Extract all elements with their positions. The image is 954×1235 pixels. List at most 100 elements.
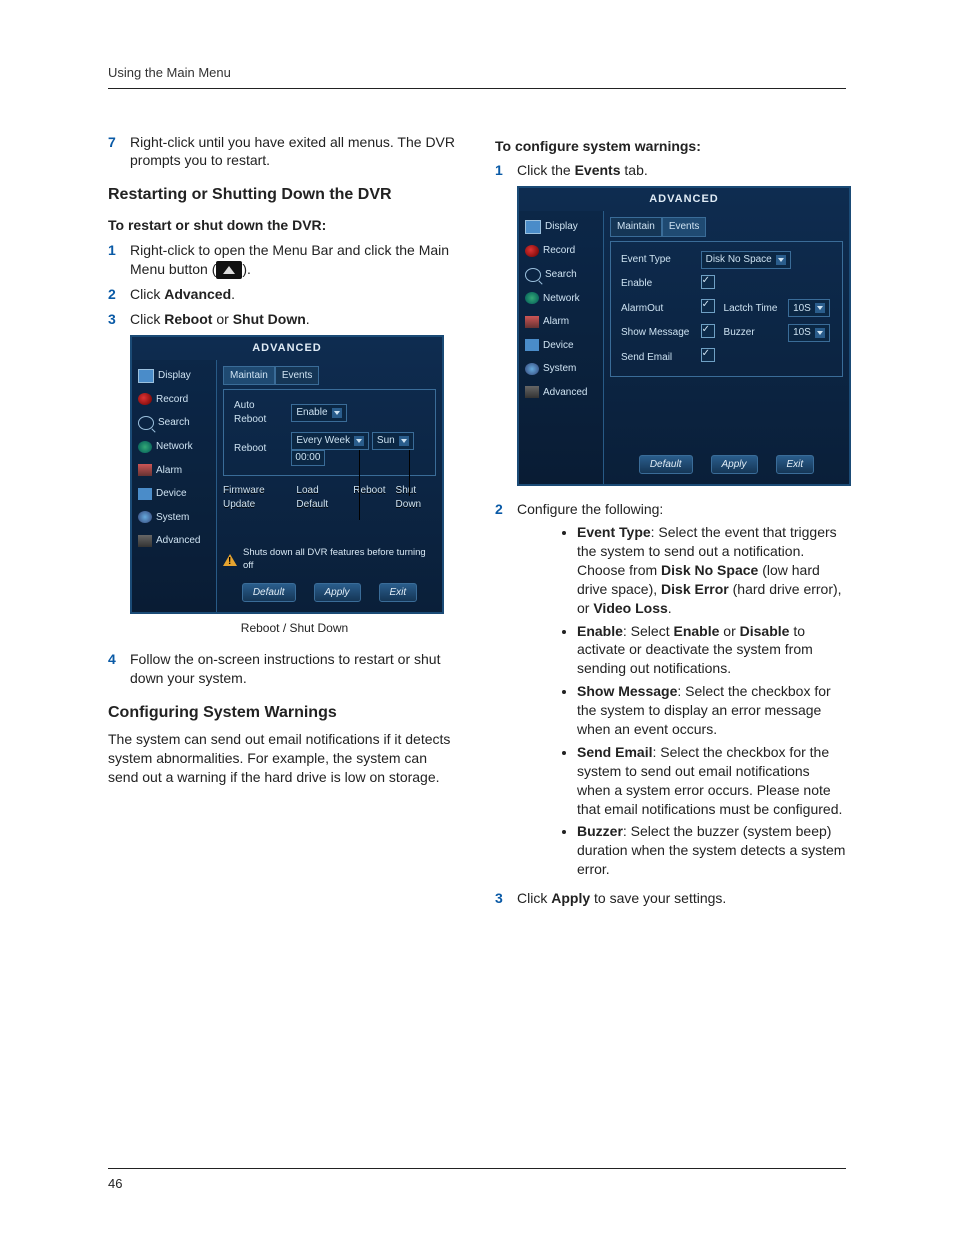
two-column-layout: 7 Right-click until you have exited all … [108,127,846,914]
period-select[interactable]: Every Week [291,432,369,450]
enable-checkbox[interactable] [701,275,715,289]
step-body: Configure the following: Event Type: Sel… [517,500,846,883]
sidebar-item-alarm[interactable]: Alarm [519,310,603,334]
auto-reboot-select[interactable]: Enable [291,404,346,422]
label-reboot: Reboot [230,429,287,469]
text: tab. [621,162,648,178]
label-show-message: Show Message [617,321,697,346]
gear-icon [138,511,152,523]
chevron-down-icon [776,255,786,265]
sidebar-item-record[interactable]: Record [132,388,216,412]
chevron-down-icon [332,408,342,418]
list-item: Send Email: Select the checkbox for the … [577,743,846,819]
sidebar-item-network[interactable]: Network [519,287,603,311]
sidebar-item-search[interactable]: Search [132,411,216,435]
shutdown-tooltip: Shuts down all DVR features before turni… [223,547,436,573]
step-number: 1 [495,161,517,180]
link-shutdown[interactable]: Shut Down [396,484,436,511]
dvr-main: Maintain Events Auto Reboot Enable [217,360,442,613]
sidebar-item-search[interactable]: Search [519,263,603,287]
tab-events[interactable]: Events [275,366,320,386]
link-load-default[interactable]: Load Default [296,484,343,511]
text: . [306,311,310,327]
step-body: Click Advanced. [130,285,459,304]
bullet-list: Event Type: Select the event that trigge… [537,523,846,879]
list-item: Buzzer: Select the buzzer (system beep) … [577,822,846,879]
text: . [231,286,235,302]
dvr-screenshot-events: ADVANCED Display Record Search Network A… [517,186,851,486]
sidebar-item-record[interactable]: Record [519,239,603,263]
text: Click [517,890,551,906]
default-button[interactable]: Default [639,455,693,475]
tab-events[interactable]: Events [662,217,707,237]
chevron-down-icon [815,303,825,313]
subheading-configure: To configure system warnings: [495,137,846,156]
step-2-left: 2 Click Advanced. [108,285,459,304]
search-icon [138,416,154,430]
send-email-checkbox[interactable] [701,348,715,362]
time-input[interactable]: 00:00 [291,450,325,466]
sidebar-item-system[interactable]: System [132,506,216,530]
text: ). [242,261,251,277]
list-item: Show Message: Select the checkbox for th… [577,682,846,739]
exit-button[interactable]: Exit [776,455,815,475]
label-auto-reboot: Auto Reboot [230,396,287,429]
bold-term: Shut Down [233,311,306,327]
sidebar-item-system[interactable]: System [519,357,603,381]
sidebar-item-advanced[interactable]: Advanced [519,381,603,405]
latch-select[interactable]: 10S [788,299,830,317]
show-message-checkbox[interactable] [701,324,715,338]
step-body: Right-click to open the Menu Bar and cli… [130,241,459,279]
event-type-select[interactable]: Disk No Space [701,251,791,269]
alarm-icon [525,316,539,328]
globe-icon [138,441,152,453]
step-number: 3 [495,889,517,908]
buzzer-select[interactable]: 10S [788,324,830,342]
step-1-right: 1 Click the Events tab. [495,161,846,180]
exit-button[interactable]: Exit [379,583,418,603]
sidebar-item-device[interactable]: Device [132,482,216,506]
apply-button[interactable]: Apply [711,455,758,475]
step-1-left: 1 Right-click to open the Menu Bar and c… [108,241,459,279]
sidebar-item-network[interactable]: Network [132,435,216,459]
bold-term: Apply [551,890,590,906]
list-item: Event Type: Select the event that trigge… [577,523,846,617]
sidebar-item-display[interactable]: Display [519,215,603,239]
step-body: Click Apply to save your settings. [517,889,846,908]
paragraph: The system can send out email notificati… [108,730,459,787]
step-7: 7 Right-click until you have exited all … [108,133,459,171]
sidebar-item-display[interactable]: Display [132,364,216,388]
day-select[interactable]: Sun [372,432,414,450]
step-2-right: 2 Configure the following: Event Type: S… [495,500,846,883]
text: Click the [517,162,575,178]
sidebar-item-device[interactable]: Device [519,334,603,358]
figure-caption: Reboot / Shut Down [130,620,459,636]
heading-warnings: Configuring System Warnings [108,702,459,724]
chevron-down-icon [815,328,825,338]
maintain-panel: Auto Reboot Enable Reboot Every Week Sun [223,389,436,476]
link-firmware[interactable]: Firmware Update [223,484,286,511]
sidebar-item-alarm[interactable]: Alarm [132,459,216,483]
list-item: Enable: Select Enable or Disable to acti… [577,622,846,679]
label-event-type: Event Type [617,248,697,272]
record-icon [525,245,539,257]
device-icon [525,339,539,351]
label-buzzer: Buzzer [720,321,785,346]
apply-button[interactable]: Apply [314,583,361,603]
document-page: Using the Main Menu 7 Right-click until … [0,0,954,1235]
record-icon [138,393,152,405]
step-number: 2 [108,285,130,304]
tab-maintain[interactable]: Maintain [223,366,275,386]
alarm-icon [138,464,152,476]
globe-icon [525,292,539,304]
search-icon [525,268,541,282]
alarmout-checkbox[interactable] [701,299,715,313]
sidebar-item-advanced[interactable]: Advanced [132,529,216,553]
default-button[interactable]: Default [242,583,296,603]
tab-maintain[interactable]: Maintain [610,217,662,237]
tools-icon [138,535,152,547]
main-menu-icon [216,261,242,279]
dvr-sidebar: Display Record Search Network Alarm Devi… [519,211,604,484]
top-rule [108,88,846,89]
dvr-title: ADVANCED [132,337,442,360]
